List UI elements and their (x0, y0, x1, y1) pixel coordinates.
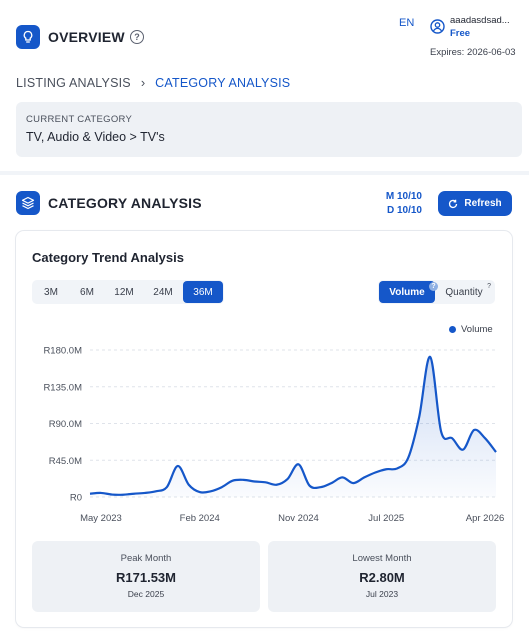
y-tick-label: R0 (70, 493, 82, 504)
x-tick-label: Nov 2024 (278, 513, 319, 524)
x-tick-label: Feb 2024 (180, 513, 220, 524)
lowest-month-value: R2.80M (359, 570, 405, 585)
lowest-month-date: Jul 2023 (365, 589, 399, 599)
peak-month-value: R171.53M (116, 570, 176, 585)
lowest-month-card: Lowest Month R2.80M Jul 2023 (268, 541, 496, 612)
x-tick-label: Jul 2025 (368, 513, 404, 524)
y-tick-label: R45.0M (49, 456, 82, 467)
x-tick-label: May 2023 (80, 513, 122, 524)
x-tick-label: Apr 2026 (466, 513, 505, 524)
peak-month-date: Dec 2025 (127, 589, 165, 599)
peak-month-card: Peak Month R171.53M Dec 2025 (32, 541, 260, 612)
volume-trend-chart: R0 R45.0M R90.0M R135.0M R180.0M May 2023 Feb … (43, 346, 505, 525)
y-tick-label: R90.0M (49, 419, 82, 430)
lowest-month-label: Lowest Month (352, 553, 412, 564)
peak-month-label: Peak Month (120, 553, 172, 564)
y-tick-label: R135.0M (43, 382, 82, 393)
y-tick-label: R180.0M (43, 346, 82, 357)
